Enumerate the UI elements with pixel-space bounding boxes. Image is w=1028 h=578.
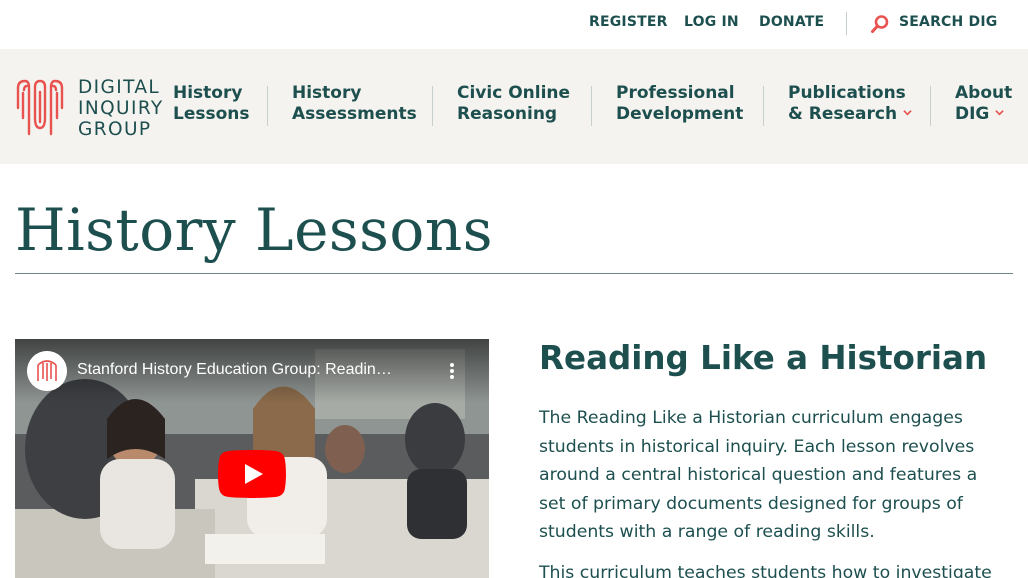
nav-separator bbox=[267, 86, 268, 126]
utility-divider bbox=[846, 12, 847, 35]
nav-item-history-assessments[interactable]: History Assessments bbox=[292, 83, 417, 125]
nav-label-line2: Assessments bbox=[292, 104, 417, 124]
nav-label-line2: Lessons bbox=[173, 104, 250, 124]
nav-separator bbox=[432, 86, 433, 126]
youtube-play-icon[interactable] bbox=[218, 450, 286, 498]
nav-label-line1: About bbox=[955, 83, 1013, 103]
article-body: The Reading Like a Historian curriculum … bbox=[539, 404, 1009, 578]
login-link[interactable]: LOG IN bbox=[684, 14, 739, 30]
search-link[interactable]: SEARCH DIG bbox=[899, 14, 997, 30]
article-paragraph: The Reading Like a Historian curriculum … bbox=[539, 408, 978, 543]
search-icon[interactable] bbox=[870, 14, 890, 34]
donate-link[interactable]: DONATE bbox=[759, 14, 824, 30]
nav-separator bbox=[763, 86, 764, 126]
nav-item-about-dig[interactable]: About DIG bbox=[955, 83, 1012, 125]
nav-item-history-lessons[interactable]: History Lessons bbox=[173, 83, 250, 125]
page-title: History Lessons bbox=[15, 196, 493, 264]
nav-label-line2: DIG bbox=[955, 104, 990, 124]
nav-item-publications-research[interactable]: Publications & Research bbox=[788, 83, 912, 125]
logo-line-1: DIGITAL bbox=[78, 77, 161, 98]
nav-item-civic-online-reasoning[interactable]: Civic Online Reasoning bbox=[457, 83, 570, 125]
nav-label-line1: Publications bbox=[788, 83, 906, 103]
nav-item-professional-development[interactable]: Professional Development bbox=[616, 83, 743, 125]
video-player[interactable]: Stanford History Education Group: Readin… bbox=[15, 339, 489, 578]
nav-label-line1: Civic Online bbox=[457, 83, 571, 103]
nav-label-line1: Professional bbox=[616, 83, 735, 103]
more-vertical-icon[interactable] bbox=[447, 361, 457, 383]
nav-label-line2: Development bbox=[616, 104, 744, 124]
channel-avatar-icon[interactable] bbox=[27, 351, 67, 391]
article-title: Reading Like a Historian bbox=[539, 339, 988, 377]
nav-label-line1: History bbox=[173, 83, 243, 103]
dig-logo-icon[interactable] bbox=[15, 78, 65, 136]
nav-separator bbox=[930, 86, 931, 126]
nav-label-line2-wrap: & Research bbox=[788, 104, 912, 125]
chevron-down-icon[interactable] bbox=[903, 108, 912, 117]
register-link[interactable]: REGISTER bbox=[589, 14, 668, 30]
nav-separator bbox=[591, 86, 592, 126]
article-paragraph: This curriculum teaches students how to … bbox=[539, 562, 992, 578]
utility-bar: REGISTER LOG IN DONATE SEARCH DIG bbox=[0, 0, 1028, 49]
nav-label-line1: History bbox=[292, 83, 362, 103]
logo-line-3: GROUP bbox=[78, 119, 152, 140]
chevron-down-icon[interactable] bbox=[995, 108, 1005, 117]
nav-label-line2: & Research bbox=[788, 104, 898, 124]
nav-label-line2: Reasoning bbox=[457, 104, 558, 124]
title-divider bbox=[15, 273, 1013, 274]
logo-wordmark[interactable]: DIGITAL INQUIRY GROUP bbox=[78, 77, 164, 140]
logo-line-2: INQUIRY bbox=[78, 98, 164, 119]
video-title[interactable]: Stanford History Education Group: Readin… bbox=[77, 361, 427, 379]
nav-label-line2-wrap: DIG bbox=[955, 104, 1012, 125]
